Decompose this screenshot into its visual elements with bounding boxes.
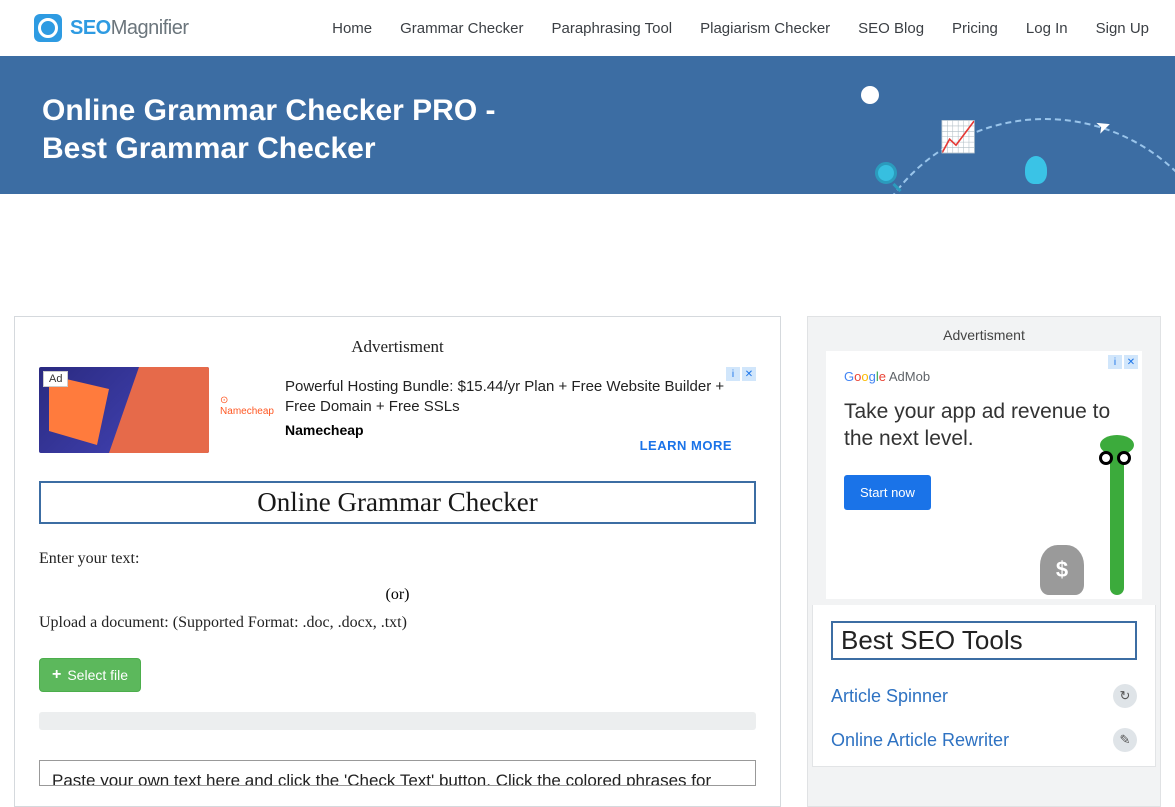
- nav-seo-blog[interactable]: SEO Blog: [858, 20, 924, 37]
- main-tool-card: Advertisment Ad Namecheap Powerful Hosti…: [14, 316, 781, 807]
- rewrite-icon: ✎: [1113, 728, 1137, 752]
- select-file-button[interactable]: + Select file: [39, 658, 141, 692]
- sidebar: Advertisment i ✕ Google AdMob Take your …: [807, 316, 1161, 807]
- or-separator: (or): [39, 586, 756, 604]
- seo-tools-card: Best SEO Tools Article Spinner ↻ Online …: [812, 605, 1156, 767]
- nav-grammar-checker[interactable]: Grammar Checker: [400, 20, 523, 37]
- plant-mascot-icon: [1110, 445, 1124, 595]
- inline-ad[interactable]: Ad Namecheap Powerful Hosting Bundle: $1…: [39, 367, 756, 453]
- tool-link-article-rewriter[interactable]: Online Article Rewriter ✎: [831, 718, 1137, 762]
- tool-title: Online Grammar Checker: [45, 487, 750, 518]
- sidebar-ad-close-icon[interactable]: ✕: [1124, 355, 1138, 369]
- magnifier-glass-icon: [875, 162, 897, 184]
- magnifier-icon: [34, 14, 62, 42]
- text-input-area[interactable]: Paste your own text here and click the '…: [39, 760, 756, 786]
- plus-icon: +: [52, 666, 61, 684]
- seo-tools-title: Best SEO Tools: [841, 625, 1127, 656]
- ad-brand: Namecheap: [285, 422, 756, 438]
- sidebar-advert-label: Advertisment: [808, 317, 1160, 351]
- hero-graphics: 📈 ➤: [795, 56, 1175, 194]
- ad-learn-more-link[interactable]: LEARN MORE: [640, 438, 732, 453]
- top-nav-bar: SEOMagnifier Home Grammar Checker Paraph…: [0, 0, 1175, 56]
- tool-link-article-spinner[interactable]: Article Spinner ↻: [831, 674, 1137, 718]
- ad-headline: Powerful Hosting Bundle: $15.44/yr Plan …: [285, 377, 756, 418]
- tool-title-box: Online Grammar Checker: [39, 481, 756, 524]
- admob-logo: Google AdMob: [844, 369, 1124, 384]
- nav-login[interactable]: Log In: [1026, 20, 1068, 37]
- sidebar-ad-info-icon[interactable]: i: [1108, 355, 1122, 369]
- hero-banner: Online Grammar Checker PRO - Best Gramma…: [0, 56, 1175, 194]
- nav-paraphrasing-tool[interactable]: Paraphrasing Tool: [551, 20, 672, 37]
- lightbulb-icon: [1025, 156, 1047, 184]
- sidebar-ad[interactable]: i ✕ Google AdMob Take your app ad revenu…: [826, 351, 1142, 599]
- progress-bar-placeholder: [39, 712, 756, 730]
- enter-text-label: Enter your text:: [39, 550, 756, 568]
- nav-signup[interactable]: Sign Up: [1096, 20, 1149, 37]
- start-now-button[interactable]: Start now: [844, 475, 931, 510]
- spinner-icon: ↻: [1113, 684, 1137, 708]
- advert-label: Advertisment: [39, 337, 756, 357]
- nav-plagiarism-checker[interactable]: Plagiarism Checker: [700, 20, 830, 37]
- upload-doc-label: Upload a document: (Supported Format: .d…: [39, 614, 756, 632]
- chart-icon: 📈: [940, 120, 977, 155]
- brand-logo[interactable]: SEOMagnifier: [16, 14, 189, 42]
- main-nav: Home Grammar Checker Paraphrasing Tool P…: [332, 20, 1159, 37]
- ad-badge: Ad: [43, 371, 68, 387]
- sidebar-ad-headline: Take your app ad revenue to the next lev…: [844, 398, 1124, 453]
- ad-image: Ad: [39, 367, 209, 453]
- ad-info-icon[interactable]: i: [726, 367, 740, 381]
- nav-pricing[interactable]: Pricing: [952, 20, 998, 37]
- brand-text: SEOMagnifier: [70, 17, 189, 40]
- nav-home[interactable]: Home: [332, 20, 372, 37]
- ad-advertiser-logo: Namecheap: [223, 367, 271, 417]
- seo-tools-title-box: Best SEO Tools: [831, 621, 1137, 660]
- ad-close-icon[interactable]: ✕: [742, 367, 756, 381]
- money-bag-icon: $: [1040, 545, 1084, 595]
